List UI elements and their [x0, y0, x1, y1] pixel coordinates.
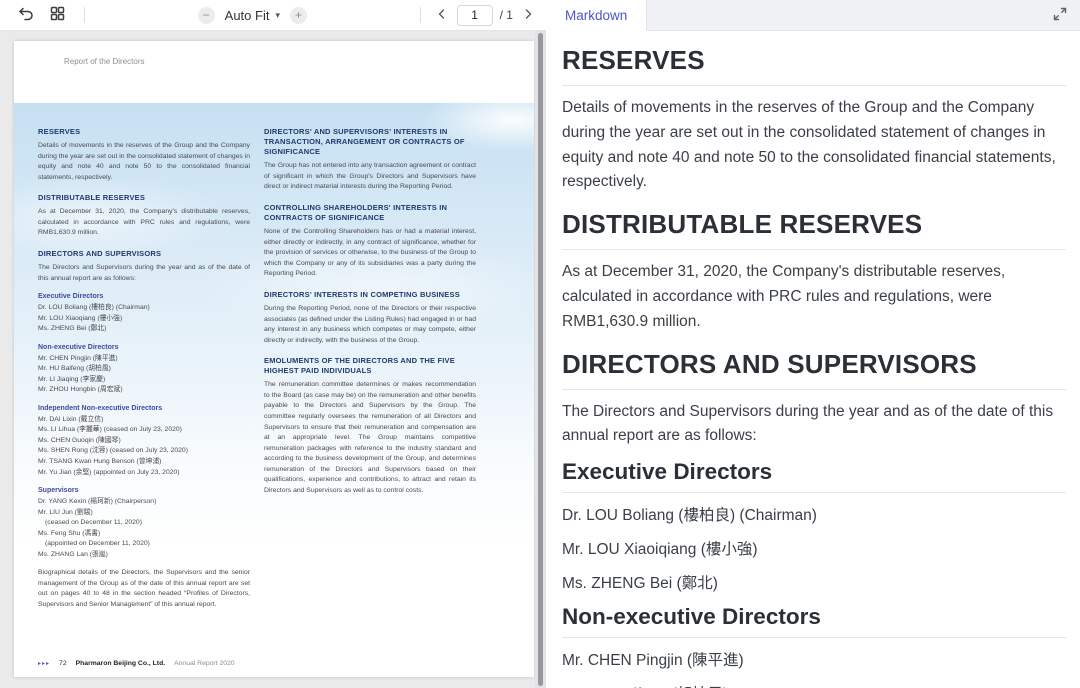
md-director-name: Ms. ZHENG Bei (鄭北)	[562, 574, 718, 592]
pdf-paragraph: None of the Controlling Shareholders has…	[264, 228, 476, 278]
thumbnail-grid-button[interactable]	[46, 4, 68, 26]
pdf-subheading: Executive Directors	[38, 293, 104, 301]
pdf-paragraph: As at December 31, 2020, the Company's d…	[38, 208, 250, 237]
footer-company-name: Pharmaron Beijing Co., Ltd.	[75, 660, 166, 667]
director-name: Mr. LOU Xiaoqiang (樓小強)	[38, 314, 123, 322]
director-name: Mr. DAI Lixin (戴立信)	[38, 415, 104, 423]
next-page-button[interactable]	[520, 7, 536, 23]
toolbar-divider-left	[84, 7, 85, 23]
undo-icon	[17, 5, 34, 25]
page-total-label: / 1	[499, 8, 513, 22]
director-name: Ms. ZHENG Bei (鄭北)	[38, 325, 107, 333]
md-heading-non-executive-directors: Non-executive Directors	[562, 604, 1066, 639]
tab-markdown[interactable]: Markdown	[546, 0, 648, 31]
pdf-paragraph: The Group has not entered into any trans…	[264, 162, 476, 191]
pdf-section-heading: DISTRIBUTABLE RESERVES	[38, 193, 146, 203]
pdf-section-heading: CONTROLLING SHAREHOLDERS' INTERESTS IN C…	[264, 202, 448, 223]
grid-icon	[49, 5, 66, 25]
zoom-controls: − Auto Fit ▾ +	[197, 6, 307, 24]
zoom-mode-dropdown[interactable]: Auto Fit ▾	[225, 8, 280, 23]
director-name: Mr. HU Baifeng (胡柏風)	[38, 365, 111, 373]
supervisor-note: (ceased on December 11, 2020)	[45, 519, 142, 527]
pdf-subheading: Independent Non-executive Directors	[38, 404, 163, 412]
chevron-down-icon: ▾	[275, 9, 280, 20]
chevron-right-icon	[522, 8, 534, 23]
markdown-tabbar: Markdown	[546, 0, 1080, 31]
pdf-section-heading: RESERVES	[38, 127, 81, 136]
supervisor-name: Ms. ZHANG Lan (張嵐)	[38, 550, 108, 558]
pdf-paragraph: Biographical details of the Directors, t…	[38, 569, 250, 608]
pdf-subheading: Supervisors	[38, 487, 79, 495]
md-paragraph: As at December 31, 2020, the Company's d…	[562, 263, 1006, 330]
director-name: Ms. CHEN Guoqin (陳國琴)	[38, 436, 121, 444]
pdf-running-header: Report of the Directors	[64, 57, 145, 66]
director-name: Mr. TSANG Kwan Hung Benson (曾坤浦)	[38, 458, 162, 465]
pdf-paragraph: The Directors and Supervisors during the…	[38, 264, 250, 282]
supervisor-name: Mr. LIU Jun (劉駿)	[38, 508, 93, 516]
page-navigation: / 1	[414, 4, 536, 26]
footer-page-number: 72	[59, 660, 67, 667]
md-director-name: Dr. LOU Boliang (樓柏良) (Chairman)	[562, 507, 817, 525]
pdf-page: Report of the Directors RESERVES Details…	[14, 41, 534, 677]
pdf-scrollbar[interactable]	[535, 31, 546, 688]
supervisor-note: (appointed on December 11, 2020)	[45, 540, 150, 548]
md-director-name: Mr. HU Baifeng (胡柏風)	[562, 684, 1066, 688]
director-name: Ms. SHEN Rong (沈蓉) (ceased on July 23, 2…	[38, 447, 188, 455]
pdf-section-heading: EMOLUMENTS OF THE DIRECTORS AND THE FIVE…	[264, 356, 455, 376]
md-heading-distributable-reserves: DISTRIBUTABLE RESERVES	[562, 209, 1066, 251]
director-name: Mr. LI Jiaqing (李家慶)	[38, 375, 106, 383]
pdf-column-left: RESERVES Details of movements in the res…	[38, 127, 250, 614]
pdf-viewer-canvas: Report of the Directors RESERVES Details…	[0, 31, 546, 688]
toolbar-divider-right	[419, 7, 421, 23]
expand-button[interactable]	[1052, 6, 1068, 25]
pdf-viewer-panel: − Auto Fit ▾ + / 1	[0, 0, 546, 688]
footer-arrows-icon: ▸▸▸	[38, 661, 51, 667]
page-number-input[interactable]	[456, 4, 493, 26]
md-paragraph: Details of movements in the reserves of …	[562, 99, 1056, 191]
zoom-out-button[interactable]: −	[197, 6, 215, 24]
director-name: Mr. CHEN Pingjin (陳平進)	[38, 354, 118, 362]
director-name: Ms. LI Lihua (李麗華) (ceased on July 23, 2…	[38, 426, 182, 434]
undo-back-button[interactable]	[14, 4, 36, 26]
pdf-toolbar: − Auto Fit ▾ + / 1	[0, 0, 546, 31]
md-director-name: Mr. LOU Xiaoiqiang (樓小強)	[562, 540, 758, 558]
chevron-left-icon	[436, 8, 448, 23]
supervisor-name: Dr. YANG Kexin (楊珂新) (Chairperson)	[38, 498, 157, 506]
md-director-name: Mr. CHEN Pingjin (陳平進)	[562, 652, 744, 670]
director-name: Mr. ZHOU Hongbin (周宏斌)	[38, 386, 123, 394]
md-heading-reserves: RESERVES	[562, 45, 1066, 86]
footer-report-title: Annual Report 2020	[174, 660, 235, 667]
pdf-column-right: DIRECTORS' AND SUPERVISORS' INTERESTS IN…	[264, 127, 476, 614]
pdf-page-footer: ▸▸▸ 72 Pharmaron Beijing Co., Ltd. Annua…	[38, 660, 235, 667]
fullscreen-expand-icon	[1052, 6, 1068, 25]
toolbar-left-group	[14, 4, 91, 26]
pdf-paragraph: Details of movements in the reserves of …	[38, 142, 250, 181]
pdf-columns: RESERVES Details of movements in the res…	[38, 127, 490, 614]
markdown-panel: Markdown RESERVES Details of movements i…	[546, 0, 1080, 688]
pdf-section-heading: DIRECTORS' AND SUPERVISORS' INTERESTS IN…	[264, 127, 465, 157]
director-name: Mr. Yu Jian (余堅) (appointed on July 23, …	[38, 468, 180, 476]
pdf-paragraph: The remuneration committee determines or…	[264, 381, 476, 494]
previous-page-button[interactable]	[434, 7, 450, 23]
md-heading-directors-supervisors: DIRECTORS AND SUPERVISORS	[562, 349, 1066, 390]
pdf-scrollbar-thumb[interactable]	[538, 33, 543, 686]
supervisor-name: Ms. Feng Shu (馮書)	[38, 529, 101, 537]
pdf-subheading: Non-executive Directors	[38, 343, 119, 351]
director-name: Dr. LOU Boliang (樓柏良) (Chairman)	[38, 304, 150, 312]
pdf-paragraph: During the Reporting Period, none of the…	[264, 305, 476, 344]
zoom-in-button[interactable]: +	[289, 6, 307, 24]
app-window: − Auto Fit ▾ + / 1	[0, 0, 1080, 688]
pdf-section-heading: DIRECTORS AND SUPERVISORS	[38, 248, 162, 258]
pdf-section-heading: DIRECTORS' INTERESTS IN COMPETING BUSINE…	[264, 289, 460, 299]
md-heading-executive-directors: Executive Directors	[562, 459, 1066, 494]
zoom-mode-label: Auto Fit	[224, 7, 270, 23]
md-paragraph: The Directors and Supervisors during the…	[562, 402, 1054, 445]
markdown-content: RESERVES Details of movements in the res…	[546, 31, 1080, 688]
